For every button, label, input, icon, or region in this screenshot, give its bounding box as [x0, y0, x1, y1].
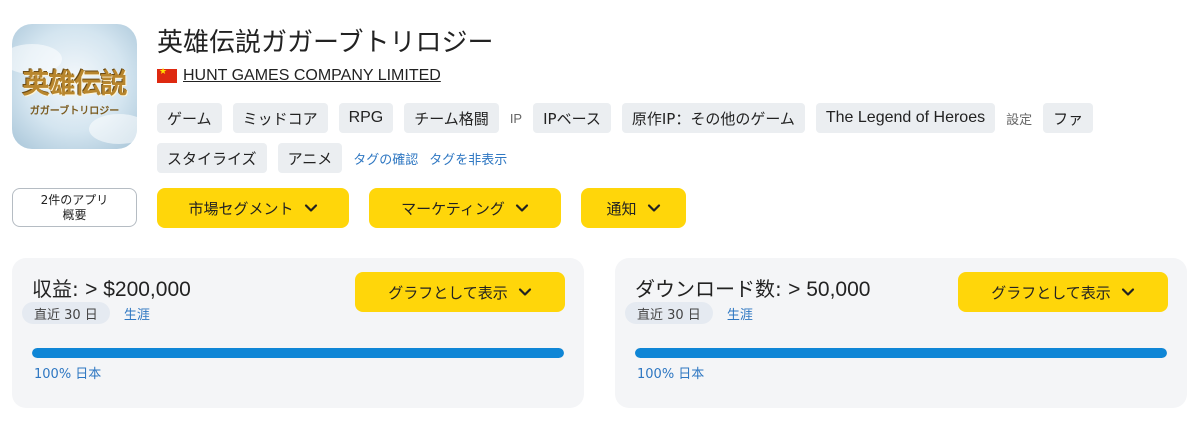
app-icon-logo: 英雄伝説: [22, 69, 128, 100]
tag-ip-based[interactable]: IPベース: [533, 103, 611, 133]
revenue-bar-fill: [32, 348, 564, 358]
revenue-title: 収益: > $200,000: [32, 273, 191, 302]
downloads-bar-fill: [635, 348, 1167, 358]
downloads-country-bar: [635, 348, 1167, 358]
tag-midcore[interactable]: ミッドコア: [232, 103, 328, 133]
app-icon: 英雄伝説 ガガーブトリロジー: [12, 24, 137, 149]
downloads-graph-button[interactable]: グラフとして表示: [958, 272, 1168, 312]
app-title: 英雄伝説ガガーブトリロジー: [157, 28, 494, 58]
downloads-title: ダウンロード数: > 50,000: [635, 273, 870, 302]
period-last-30-days[interactable]: 直近 30 日: [625, 302, 713, 324]
revenue-value: > $200,000: [85, 278, 191, 301]
tag-legend-of-heroes[interactable]: The Legend of Heroes: [815, 103, 996, 133]
notification-dropdown[interactable]: 通知: [581, 188, 686, 228]
tag-rpg[interactable]: RPG: [338, 103, 394, 133]
period-lifetime[interactable]: 生涯: [120, 304, 150, 323]
chevron-down-icon: [647, 204, 660, 212]
china-flag-icon: [157, 67, 177, 83]
related-apps-count: 2件のアプリ: [40, 192, 109, 207]
period-lifetime[interactable]: 生涯: [723, 304, 753, 323]
marketing-dropdown[interactable]: マーケティング: [369, 188, 561, 228]
chevron-down-icon: [515, 204, 529, 212]
revenue-graph-label: グラフとして表示: [388, 283, 508, 302]
chevron-down-icon: [518, 288, 531, 296]
hide-tags-link[interactable]: タグを非表示: [429, 149, 507, 168]
wing-decoration: [89, 114, 137, 144]
related-apps-overview: 概要: [62, 207, 87, 222]
revenue-graph-button[interactable]: グラフとして表示: [355, 272, 565, 312]
revenue-bar-caption: 100% 日本: [34, 367, 102, 382]
downloads-value: > 50,000: [788, 278, 871, 301]
market-segment-dropdown[interactable]: 市場セグメント: [157, 188, 349, 228]
revenue-period-selector: 直近 30 日 生涯: [22, 302, 150, 324]
chevron-down-icon: [304, 204, 317, 212]
tag-stylized[interactable]: スタイライズ: [157, 143, 267, 173]
notification-label: 通知: [606, 199, 637, 218]
downloads-graph-label: グラフとして表示: [991, 283, 1111, 302]
market-segment-label: 市場セグメント: [188, 199, 294, 218]
revenue-card: 収益: > $200,000 グラフとして表示 直近 30 日 生涯 100% …: [12, 258, 584, 408]
chevron-down-icon: [1121, 288, 1134, 296]
downloads-bar-caption: 100% 日本: [637, 367, 705, 382]
setting-label: 設定: [1006, 112, 1033, 128]
downloads-label: ダウンロード数:: [635, 277, 782, 301]
tag-team-battle[interactable]: チーム格闘: [404, 103, 499, 133]
tag-row-2: スタイライズ アニメ タグの確認 タグを非表示: [157, 143, 507, 173]
period-last-30-days[interactable]: 直近 30 日: [22, 302, 110, 324]
tag-row-1: ゲーム ミッドコア RPG チーム格闘 IP IPベース 原作IP：その他のゲー…: [157, 103, 1094, 133]
downloads-period-selector: 直近 30 日 生涯: [625, 302, 753, 324]
tag-anime[interactable]: アニメ: [277, 143, 343, 173]
publisher-link[interactable]: HUNT GAMES COMPANY LIMITED: [183, 67, 441, 85]
downloads-card: ダウンロード数: > 50,000 グラフとして表示 直近 30 日 生涯 10…: [615, 258, 1187, 408]
confirm-tags-link[interactable]: タグの確認: [353, 149, 418, 168]
tag-original-ip[interactable]: 原作IP：その他のゲーム: [621, 103, 805, 133]
ip-label: IP: [509, 110, 523, 126]
app-icon-logo-subtitle: ガガーブトリロジー: [29, 106, 120, 117]
tag-game[interactable]: ゲーム: [157, 103, 222, 133]
revenue-country-bar: [32, 348, 564, 358]
related-apps-button[interactable]: 2件のアプリ 概要: [12, 188, 137, 227]
tag-setting[interactable]: ファ: [1043, 103, 1094, 133]
revenue-label: 収益:: [32, 277, 79, 301]
marketing-label: マーケティング: [401, 199, 505, 218]
publisher-row: HUNT GAMES COMPANY LIMITED: [157, 67, 441, 85]
